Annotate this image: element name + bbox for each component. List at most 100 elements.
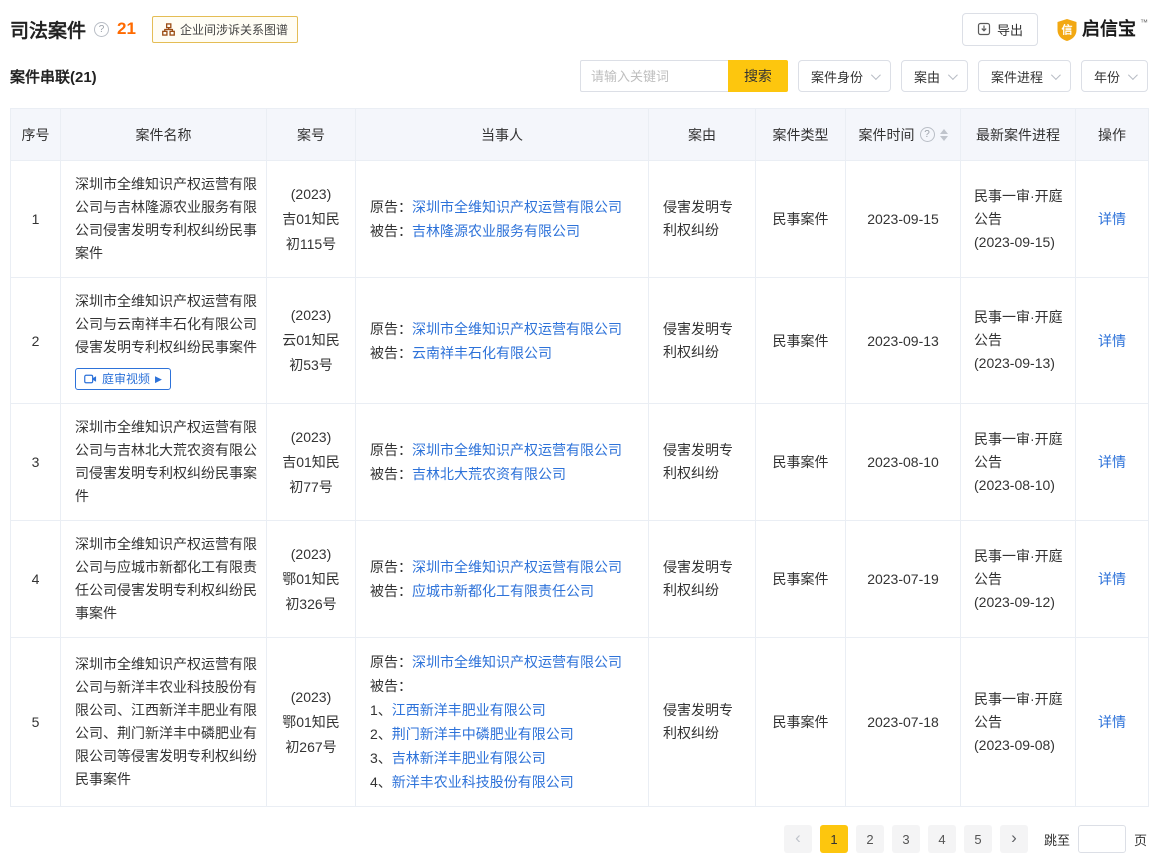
trial-video-button[interactable]: 庭审视频 ▶ (75, 368, 171, 390)
page-button-1[interactable]: 1 (820, 825, 848, 853)
cause-cell: 侵害发明专利权纠纷 (649, 161, 756, 278)
chevron-down-icon (948, 70, 958, 80)
page-title: 司法案件 (10, 16, 86, 43)
caret-down-icon (940, 136, 948, 141)
defendant-link[interactable]: 江西新洋丰肥业有限公司 (392, 702, 546, 718)
judicial-cases-panel: 司法案件 ? 21 企业间涉诉关系图谱 导出 信 启信宝 ™ (0, 0, 1159, 839)
title-help-icon[interactable]: ? (94, 22, 109, 37)
defendant-link[interactable]: 吉林新洋丰肥业有限公司 (392, 750, 546, 766)
filter-progress[interactable]: 案件进程 (978, 60, 1071, 92)
case-name: 深圳市全维知识产权运营有限公司与新洋丰农业科技股份有限公司、江西新洋丰肥业有限公… (75, 656, 257, 787)
filter-year[interactable]: 年份 (1081, 60, 1148, 92)
row-index: 3 (11, 404, 61, 521)
case-date-cell: 2023-07-19 (846, 521, 961, 638)
prev-page-button[interactable]: ‹ (784, 825, 812, 853)
case-name: 深圳市全维知识产权运营有限公司与应城市新都化工有限责任公司侵害发明专利权纠纷民事… (75, 536, 257, 621)
parties-cell: 原告：深圳市全维知识产权运营有限公司 被告：应城市新都化工有限责任公司 (356, 521, 649, 638)
defendant-link[interactable]: 吉林北大荒农资有限公司 (412, 466, 566, 482)
case-name: 深圳市全维知识产权运营有限公司与吉林隆源农业服务有限公司侵害发明专利权纠纷民事案… (75, 176, 257, 261)
detail-link[interactable]: 详情 (1098, 333, 1126, 349)
play-icon: ▶ (155, 372, 162, 386)
page-button-3[interactable]: 3 (892, 825, 920, 853)
case-no-cell: (2023) 鄂01知民 初326号 (267, 521, 356, 638)
export-button[interactable]: 导出 (962, 13, 1038, 46)
date-help-icon[interactable]: ? (920, 127, 935, 142)
defendant-link[interactable]: 应城市新都化工有限责任公司 (412, 583, 594, 599)
col-cause: 案由 (649, 109, 756, 161)
defendant-number: 4、 (370, 774, 392, 790)
plaintiff-link[interactable]: 深圳市全维知识产权运营有限公司 (412, 654, 622, 670)
action-cell: 详情 (1076, 638, 1149, 807)
table-row: 1 深圳市全维知识产权运营有限公司与吉林隆源农业服务有限公司侵害发明专利权纠纷民… (11, 161, 1149, 278)
parties-cell: 原告：深圳市全维知识产权运营有限公司 被告：吉林北大荒农资有限公司 (356, 404, 649, 521)
action-cell: 详情 (1076, 278, 1149, 404)
filter-case-role-label: 案件身份 (811, 67, 863, 86)
parties-cell: 原告：深圳市全维知识产权运营有限公司 被告： 1、江西新洋丰肥业有限公司 2、荆… (356, 638, 649, 807)
detail-link[interactable]: 详情 (1098, 211, 1126, 227)
case-no-cell: (2023) 吉01知民 初115号 (267, 161, 356, 278)
case-type-cell: 民事案件 (756, 278, 846, 404)
detail-link[interactable]: 详情 (1098, 714, 1126, 730)
search-button[interactable]: 搜索 (728, 60, 788, 92)
case-type-cell: 民事案件 (756, 638, 846, 807)
case-name: 深圳市全维知识产权运营有限公司与云南祥丰石化有限公司侵害发明专利权纠纷民事案件 (75, 293, 257, 355)
defendant-link[interactable]: 荆门新洋丰中磷肥业有限公司 (392, 726, 574, 742)
cause-cell: 侵害发明专利权纠纷 (649, 404, 756, 521)
filter-cause[interactable]: 案由 (901, 60, 968, 92)
case-no-line: 初115号 (273, 232, 349, 257)
search-input[interactable] (580, 60, 728, 92)
progress-date: (2023-08-10) (974, 474, 1065, 497)
case-type-cell: 民事案件 (756, 161, 846, 278)
plaintiff-link[interactable]: 深圳市全维知识产权运营有限公司 (412, 321, 622, 337)
detail-link[interactable]: 详情 (1098, 571, 1126, 587)
row-index: 1 (11, 161, 61, 278)
col-case-name: 案件名称 (61, 109, 267, 161)
case-no-line: (2023) (273, 685, 349, 710)
defendant-link[interactable]: 吉林隆源农业服务有限公司 (412, 223, 580, 239)
toolbar: 案件串联(21) 搜索 案件身份 案由 案件进程 年份 (10, 60, 1148, 92)
page-jump: 跳至 页 (1044, 825, 1147, 853)
case-no-line: 初77号 (273, 475, 349, 500)
detail-link[interactable]: 详情 (1098, 454, 1126, 470)
case-name-cell: 深圳市全维知识产权运营有限公司与新洋丰农业科技股份有限公司、江西新洋丰肥业有限公… (61, 638, 267, 807)
plaintiff-label: 原告： (370, 442, 412, 458)
next-page-button[interactable]: › (1000, 825, 1028, 853)
parties-cell: 原告：深圳市全维知识产权运营有限公司 被告：云南祥丰石化有限公司 (356, 278, 649, 404)
page-button-2[interactable]: 2 (856, 825, 884, 853)
case-count: 21 (117, 19, 136, 39)
defendant-label: 被告： (370, 678, 412, 694)
sort-icon[interactable] (940, 129, 948, 141)
col-index: 序号 (11, 109, 61, 161)
plaintiff-link[interactable]: 深圳市全维知识产权运营有限公司 (412, 199, 622, 215)
progress-text: 民事一审·开庭公告 (974, 185, 1065, 231)
litigation-graph-badge[interactable]: 企业间涉诉关系图谱 (152, 16, 298, 43)
table-row: 4 深圳市全维知识产权运营有限公司与应城市新都化工有限责任公司侵害发明专利权纠纷… (11, 521, 1149, 638)
defendant-link[interactable]: 云南祥丰石化有限公司 (412, 345, 552, 361)
col-parties: 当事人 (356, 109, 649, 161)
pagination: ‹ 1 2 3 4 5 › 跳至 页 (10, 825, 1148, 853)
jump-page-input[interactable] (1078, 825, 1126, 853)
litigation-graph-label: 企业间涉诉关系图谱 (180, 21, 288, 38)
progress-date: (2023-09-08) (974, 734, 1065, 757)
chevron-down-icon (1128, 70, 1138, 80)
page-button-4[interactable]: 4 (928, 825, 956, 853)
plaintiff-link[interactable]: 深圳市全维知识产权运营有限公司 (412, 559, 622, 575)
case-date-cell: 2023-09-15 (846, 161, 961, 278)
case-name-cell: 深圳市全维知识产权运营有限公司与吉林北大荒农资有限公司侵害发明专利权纠纷民事案件 (61, 404, 267, 521)
filters: 搜索 案件身份 案由 案件进程 年份 (580, 60, 1148, 92)
download-icon (977, 22, 991, 36)
case-no-cell: (2023) 吉01知民 初77号 (267, 404, 356, 521)
plaintiff-link[interactable]: 深圳市全维知识产权运营有限公司 (412, 442, 622, 458)
filter-case-role[interactable]: 案件身份 (798, 60, 891, 92)
case-no-line: 初326号 (273, 592, 349, 617)
table-header-row: 序号 案件名称 案号 当事人 案由 案件类型 案件时间 ? 最新 (11, 109, 1149, 161)
progress-cell: 民事一审·开庭公告 (2023-09-15) (961, 161, 1076, 278)
case-no-line: (2023) (273, 303, 349, 328)
case-name-cell: 深圳市全维知识产权运营有限公司与云南祥丰石化有限公司侵害发明专利权纠纷民事案件 … (61, 278, 267, 404)
case-no-line: (2023) (273, 542, 349, 567)
defendant-number: 2、 (370, 726, 392, 742)
page-button-5[interactable]: 5 (964, 825, 992, 853)
case-type-cell: 民事案件 (756, 404, 846, 521)
cause-cell: 侵害发明专利权纠纷 (649, 638, 756, 807)
defendant-link[interactable]: 新洋丰农业科技股份有限公司 (392, 774, 574, 790)
